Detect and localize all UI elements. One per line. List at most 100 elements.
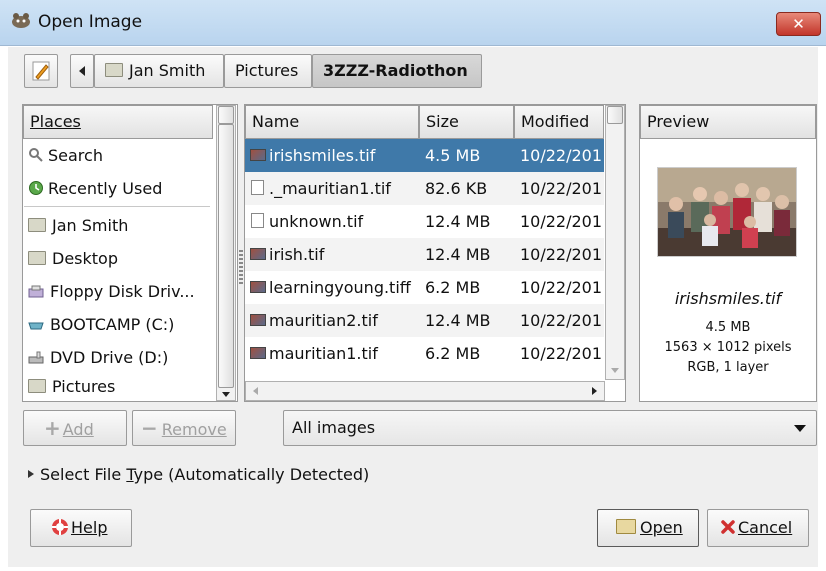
cancel-x-icon — [721, 520, 735, 534]
preview-filename: irishsmiles.tif — [674, 289, 782, 308]
file-name: mauritian2.tif — [269, 311, 378, 330]
file-filter-value: All images — [292, 418, 376, 437]
files-scroll-up[interactable] — [607, 106, 623, 124]
file-size: 6.2 MB — [425, 344, 481, 363]
file-size: 12.4 MB — [425, 311, 491, 330]
file-row[interactable]: learningyoung.tiff 6.2 MB 10/22/201 — [245, 271, 604, 304]
files-hscrollbar[interactable] — [245, 381, 605, 401]
place-desktop[interactable]: Desktop — [24, 242, 210, 275]
files-scroll-right[interactable] — [587, 383, 603, 399]
type-location-button[interactable] — [24, 54, 58, 88]
column-header-name[interactable]: Name — [245, 105, 419, 139]
plus-icon: + — [44, 416, 61, 440]
file-row[interactable]: irish.tif 12.4 MB 10/22/201 — [245, 238, 604, 271]
path-segment-current[interactable]: 3ZZZ-Radiothon — [312, 54, 482, 88]
gimp-app-icon — [10, 10, 32, 30]
file-size: 4.5 MB — [425, 146, 481, 165]
file-filter-dropdown[interactable]: All images — [283, 410, 817, 446]
open-button[interactable]: Open — [597, 509, 699, 547]
file-modified: 10/22/201 — [520, 344, 603, 363]
folder-icon — [28, 379, 46, 393]
file-row[interactable]: mauritian1.tif 6.2 MB 10/22/201 — [245, 337, 604, 370]
close-button[interactable]: ✕ — [776, 12, 821, 36]
image-icon — [250, 149, 266, 161]
add-bookmark-button[interactable]: + Add — [23, 410, 127, 446]
preview-dimensions: 1563 × 1012 pixels — [664, 340, 792, 355]
place-recently-used[interactable]: Recently Used — [24, 172, 210, 205]
path-segment-jan-smith[interactable]: Jan Smith — [94, 54, 224, 88]
dvd-icon — [28, 351, 44, 364]
chevron-left-icon — [79, 66, 85, 76]
file-row[interactable]: unknown.tif 12.4 MB 10/22/201 — [245, 205, 604, 238]
file-name: mauritian1.tif — [269, 344, 378, 363]
drive-icon — [28, 322, 44, 330]
help-lifebuoy-icon — [52, 519, 68, 535]
file-modified: 10/22/201 — [520, 146, 603, 165]
folder-icon — [28, 218, 46, 232]
window-title: Open Image — [38, 12, 143, 32]
file-modified: 10/22/201 — [520, 179, 603, 198]
file-name: irishsmiles.tif — [269, 146, 376, 165]
places-scroll-up[interactable] — [218, 106, 234, 124]
remove-bookmark-button[interactable]: − Remove — [132, 410, 236, 446]
chevron-right-icon — [28, 470, 34, 478]
file-modified: 10/22/201 — [520, 245, 603, 264]
file-name: unknown.tif — [269, 212, 364, 231]
image-icon — [250, 314, 266, 326]
recent-icon — [29, 181, 43, 195]
places-scroll-thumb[interactable] — [218, 124, 234, 388]
chevron-down-icon — [611, 368, 619, 373]
help-button[interactable]: Help — [30, 509, 132, 547]
path-segment-pictures[interactable]: Pictures — [224, 54, 312, 88]
preview-size: 4.5 MB — [705, 320, 751, 335]
file-modified: 10/22/201 — [520, 311, 603, 330]
document-icon — [251, 213, 264, 228]
folder-icon — [105, 63, 123, 77]
preview-thumbnail — [657, 167, 797, 257]
cancel-button[interactable]: Cancel — [707, 509, 809, 547]
files-scroll-left[interactable] — [247, 383, 263, 399]
file-size: 12.4 MB — [425, 212, 491, 231]
place-jan-smith[interactable]: Jan Smith — [24, 209, 210, 242]
preview-header[interactable]: Preview — [640, 105, 816, 139]
column-header-size[interactable]: Size — [419, 105, 514, 139]
image-icon — [250, 347, 266, 359]
file-name: learningyoung.tiff — [269, 278, 411, 297]
pane-splitter-handle[interactable] — [239, 250, 243, 284]
file-modified: 10/22/201 — [520, 278, 603, 297]
document-icon — [251, 180, 264, 195]
file-name: irish.tif — [269, 245, 325, 264]
files-scroll-down[interactable] — [607, 362, 623, 378]
file-name: ._mauritian1.tif — [269, 179, 391, 198]
minus-icon: − — [141, 416, 158, 440]
preview-mode: RGB, 1 layer — [687, 360, 769, 375]
path-scroll-left-button[interactable] — [70, 54, 94, 88]
chevron-down-icon — [222, 392, 230, 397]
places-separator — [24, 206, 210, 207]
photo-thumbnail-icon — [658, 168, 796, 256]
file-row[interactable]: ._mauritian1.tif 82.6 KB 10/22/201 — [245, 172, 604, 205]
place-pictures[interactable]: Pictures — [24, 374, 210, 400]
pencil-icon — [32, 61, 50, 81]
floppy-icon — [28, 285, 44, 298]
files-scrollbar[interactable] — [605, 105, 625, 380]
file-size: 12.4 MB — [425, 245, 491, 264]
file-modified: 10/22/201 — [520, 212, 603, 231]
places-header[interactable]: Places — [23, 105, 213, 139]
place-bootcamp[interactable]: BOOTCAMP (C:) — [24, 308, 210, 341]
file-list: irishsmiles.tif 4.5 MB 10/22/201 ._mauritia… — [245, 139, 604, 379]
place-floppy[interactable]: Floppy Disk Driv... — [24, 275, 210, 308]
file-size: 6.2 MB — [425, 278, 481, 297]
column-header-modified[interactable]: Modified — [514, 105, 604, 139]
chevron-left-icon — [253, 387, 258, 395]
place-dvd-drive[interactable]: DVD Drive (D:) — [24, 341, 210, 374]
select-file-type-expander[interactable]: Select File Type (Automatically Detected… — [26, 463, 369, 487]
file-row[interactable]: mauritian2.tif 12.4 MB 10/22/201 — [245, 304, 604, 337]
chevron-down-icon — [794, 425, 806, 432]
folder-open-icon — [616, 519, 636, 534]
file-row[interactable]: irishsmiles.tif 4.5 MB 10/22/201 — [245, 139, 604, 172]
place-search[interactable]: Search — [24, 139, 210, 172]
file-size: 82.6 KB — [425, 179, 488, 198]
chevron-right-icon — [592, 387, 597, 395]
places-scroll-down[interactable] — [218, 386, 234, 400]
